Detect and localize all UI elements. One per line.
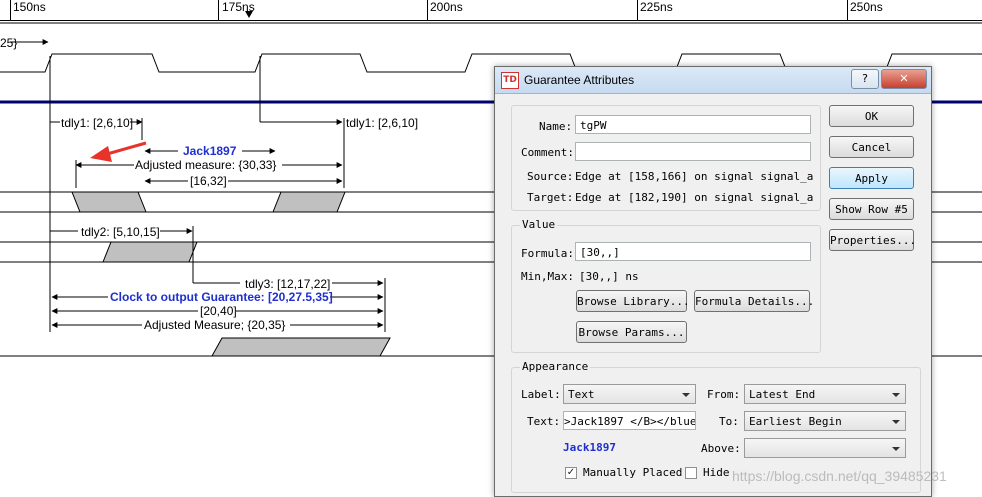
dialog-titlebar[interactable]: TD Guarantee Attributes ? ✕ (495, 67, 931, 94)
label-label: Label: (521, 388, 561, 401)
source-label: Source: (527, 170, 574, 183)
target-value: Edge at [182,190] on signal signal_a (575, 191, 814, 204)
browse-library-button[interactable]: Browse Library... (576, 290, 690, 312)
chevron-down-icon (892, 420, 900, 424)
tdly1-label-b: tdly1: [2,6,10] (346, 116, 419, 130)
help-button[interactable]: ? (851, 69, 879, 89)
chevron-down-icon (892, 447, 900, 451)
browse-params-button[interactable]: Browse Params... (576, 321, 687, 343)
from-select[interactable]: Latest End (744, 384, 906, 404)
text-preview: Jack1897 (563, 441, 616, 454)
manually-placed-checkbox[interactable]: ✓ (565, 467, 577, 479)
range-20-40: [20,40] (200, 304, 237, 318)
guarantee-attributes-dialog[interactable]: TD Guarantee Attributes ? ✕ Name: tgPW C… (494, 66, 932, 497)
value-group-label: Value (520, 218, 558, 231)
formula-input[interactable]: [30,,] (575, 242, 811, 261)
tdly3-label: tdly3: [12,17,22] (245, 277, 331, 291)
chevron-down-icon (892, 393, 900, 397)
name-input[interactable]: tgPW (575, 115, 811, 134)
jack-label-waveform: Jack1897 (183, 144, 237, 158)
source-value: Edge at [158,166] on signal signal_a (575, 170, 814, 183)
ok-button[interactable]: OK (829, 105, 914, 127)
adjusted-measure-2: Adjusted Measure; {20,35} (144, 318, 286, 332)
timing-designer-app-icon: TD (501, 72, 519, 89)
from-select-value: Latest End (749, 388, 816, 401)
from-label: From: (707, 388, 741, 401)
to-label: To: (719, 415, 739, 428)
adjusted-measure-1: Adjusted measure: {30,33} (135, 158, 277, 172)
close-button[interactable]: ✕ (881, 69, 927, 89)
target-label: Target: (527, 191, 574, 204)
appearance-group-label: Appearance (520, 360, 591, 373)
label-select-value: Text (568, 388, 595, 401)
to-select[interactable]: Earliest Begin (744, 411, 906, 431)
tdly2-label: tdly2: [5,10,15] (81, 225, 160, 239)
cancel-button[interactable]: Cancel (829, 136, 914, 158)
range-16-32: [16,32] (190, 174, 227, 188)
show-row-button[interactable]: Show Row #5 (829, 198, 914, 220)
dialog-title: Guarantee Attributes (524, 73, 635, 87)
minmax-label: Min,Max: (521, 270, 574, 283)
name-label: Name: (539, 120, 573, 133)
properties-button[interactable]: Properties... (829, 229, 916, 251)
hide-label: Hide (703, 466, 730, 479)
text-label: Text: (527, 415, 561, 428)
above-label: Above: (701, 442, 741, 455)
above-select[interactable] (744, 438, 906, 458)
formula-details-button[interactable]: Formula Details... (694, 290, 814, 312)
label-select[interactable]: Text (563, 384, 696, 404)
apply-button[interactable]: Apply (829, 167, 914, 189)
clock-to-output-guarantee-label: Clock to output Guarantee: [20,27.5,35] (110, 290, 333, 304)
comment-label: Comment: (521, 146, 574, 159)
watermark: https://blog.csdn.net/qq_39485231 (732, 468, 947, 484)
to-select-value: Earliest Begin (749, 415, 842, 428)
text-input[interactable]: >Jack1897 </B></blue> (563, 411, 696, 430)
manually-placed-label: Manually Placed (583, 466, 683, 479)
formula-label: Formula: (521, 247, 574, 260)
tdly1-label-a: tdly1: [2,6,10] (61, 116, 134, 130)
chevron-down-icon (682, 393, 690, 397)
partial-left-label: 25} (0, 36, 18, 50)
hide-checkbox[interactable] (685, 467, 697, 479)
comment-input[interactable] (575, 142, 811, 161)
minmax-value: [30,,] ns (579, 270, 639, 283)
